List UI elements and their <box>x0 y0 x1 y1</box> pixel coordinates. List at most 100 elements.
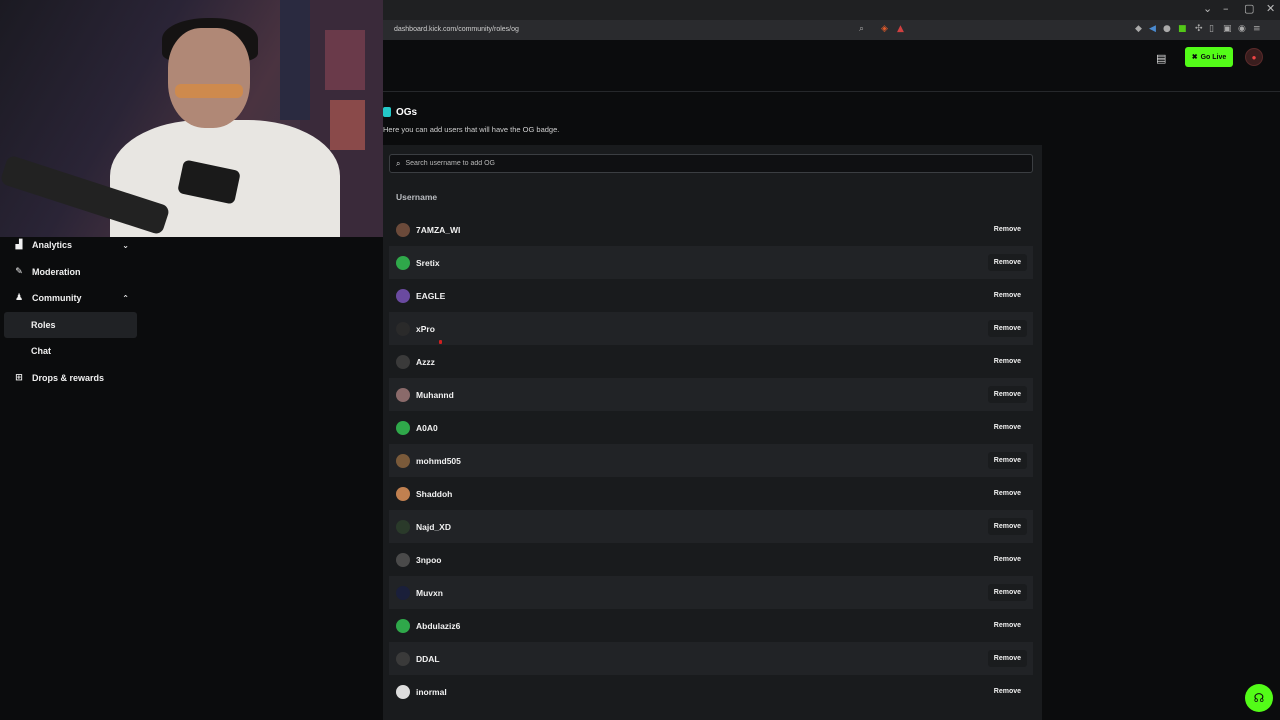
zoom-icon[interactable]: ⌕ <box>859 24 864 34</box>
sidebar-item-chat[interactable]: Chat <box>4 338 137 364</box>
url-text: dashboard.kick.com/community/roles/og <box>394 26 519 33</box>
mouse-cursor <box>439 340 442 344</box>
remove-button[interactable]: Remove <box>988 485 1027 502</box>
table-row: 7AMZA_WI Remove <box>389 213 1033 246</box>
search-icon: ⌕ <box>396 158 401 168</box>
username-label: Muvxn <box>416 587 443 598</box>
sidebar: ▟ Analytics ⌄ ✎ Moderation ♟ Community ⌃… <box>0 237 383 720</box>
table-row: A0A0 Remove <box>389 411 1033 444</box>
avatar <box>396 420 410 435</box>
username-label: 3npoo <box>416 554 442 565</box>
remove-button[interactable]: Remove <box>988 419 1027 436</box>
avatar <box>396 321 410 336</box>
sidebar-item-moderation[interactable]: ✎ Moderation <box>4 259 137 285</box>
sidebar-item-label: Roles <box>31 320 56 330</box>
maximize-icon[interactable]: ▢ <box>1244 2 1254 15</box>
og-users-panel: ⌕ Username 7AMZA_WIRemoveSretixRemoveEAG… <box>383 145 1042 720</box>
go-live-label: Go Live <box>1200 53 1227 61</box>
search-field[interactable]: ⌕ <box>389 154 1033 173</box>
browser-address-bar: dashboard.kick.com/community/roles/og ⌕ … <box>383 20 1280 40</box>
vpn-icon[interactable]: ◉ <box>1238 24 1246 34</box>
avatar <box>396 486 410 501</box>
avatar <box>396 354 410 369</box>
remove-button[interactable]: Remove <box>987 650 1027 667</box>
avatar[interactable]: ● <box>1245 48 1263 66</box>
sidebar-item-label: Analytics <box>32 240 73 250</box>
remove-button[interactable]: Remove <box>988 287 1027 304</box>
avatar <box>396 585 410 600</box>
url-field[interactable]: dashboard.kick.com/community/roles/og <box>387 22 907 38</box>
main-content: OGs Here you can add users that will hav… <box>383 92 1280 720</box>
remove-button[interactable]: Remove <box>988 617 1027 634</box>
table-row: Muvxn Remove <box>389 576 1033 609</box>
remove-button[interactable]: Remove <box>988 221 1027 238</box>
table-row: mohmd505 Remove <box>389 444 1033 477</box>
username-label: mohmd505 <box>416 455 461 466</box>
community-icon: ♟ <box>14 293 24 303</box>
browser-tabstrip: ⌄ – ▢ ✕ <box>383 0 1280 20</box>
username-label: xPro <box>416 323 435 334</box>
username-label: A0A0 <box>416 422 438 433</box>
avatar <box>396 651 410 666</box>
app-root: ⌄ – ▢ ✕ dashboard.kick.com/community/rol… <box>0 0 1280 720</box>
brave-shield-icon[interactable]: ◈ <box>881 24 888 34</box>
sidebar-item-analytics[interactable]: ▟ Analytics ⌄ <box>4 232 137 258</box>
extension-icon[interactable]: ◆ <box>1135 24 1142 34</box>
wallet-icon[interactable]: ▣ <box>1223 24 1232 34</box>
extensions-puzzle-icon[interactable]: ✣ <box>1195 24 1203 34</box>
remove-button[interactable]: Remove <box>988 353 1027 370</box>
avatar <box>396 618 410 633</box>
remove-button[interactable]: Remove <box>987 518 1027 535</box>
extension-icon[interactable]: ● <box>1163 24 1171 34</box>
table-row: Najd_XD Remove <box>389 510 1033 543</box>
go-live-icon: ✖ <box>1191 54 1198 61</box>
table-row: Azzz Remove <box>389 345 1033 378</box>
sidebar-item-community[interactable]: ♟ Community ⌃ <box>4 285 137 311</box>
username-label: Abdulaziz6 <box>416 620 461 631</box>
remove-button[interactable]: Remove <box>987 386 1027 403</box>
user-list: 7AMZA_WI Remove Sretix Remove EAGLE Remove xPr… <box>389 213 1033 708</box>
username-label: Azzz <box>416 356 435 367</box>
rewards-icon[interactable]: ▲ <box>897 24 904 34</box>
sidebar-toggle-icon[interactable]: ▯ <box>1209 24 1214 34</box>
avatar <box>396 255 410 270</box>
username-label: EAGLE <box>416 290 446 301</box>
page-title: OGs <box>396 107 418 118</box>
username-column-header: Username <box>396 192 438 202</box>
close-icon[interactable]: ✕ <box>1266 2 1275 15</box>
username-label: Shaddoh <box>416 488 453 499</box>
og-badge-icon <box>383 107 391 117</box>
table-row: EAGLE Remove <box>389 279 1033 312</box>
username-label: Najd_XD <box>416 521 451 532</box>
table-row: DDAL Remove <box>389 642 1033 675</box>
table-row: 3npoo Remove <box>389 543 1033 576</box>
table-row: Shaddoh Remove <box>389 477 1033 510</box>
tab-list-icon[interactable]: ⌄ <box>1203 2 1212 15</box>
sidebar-item-label: Community <box>32 293 82 303</box>
avatar <box>396 288 410 303</box>
avatar <box>396 387 410 402</box>
extension-icon[interactable]: ■ <box>1178 24 1187 34</box>
minimize-icon[interactable]: – <box>1223 2 1229 15</box>
search-input[interactable] <box>405 160 1006 167</box>
menu-icon[interactable]: ≡ <box>1253 24 1261 34</box>
remove-button[interactable]: Remove <box>987 584 1027 601</box>
remove-button[interactable]: Remove <box>987 452 1027 469</box>
extension-icon[interactable]: ◀ <box>1149 24 1156 34</box>
headset-icon: ☊ <box>1253 691 1265 705</box>
sidebar-item-label: Drops & rewards <box>32 373 105 383</box>
sidebar-item-drops-rewards[interactable]: ⊞ Drops & rewards <box>4 365 137 391</box>
remove-button[interactable]: Remove <box>988 551 1027 568</box>
table-row: Sretix Remove <box>389 246 1033 279</box>
store-icon[interactable]: ▤ <box>1156 52 1166 65</box>
remove-button[interactable]: Remove <box>988 683 1027 700</box>
go-live-button[interactable]: ✖ Go Live <box>1185 47 1233 67</box>
username-label: 7AMZA_WI <box>416 224 461 235</box>
chevron-up-icon: ⌃ <box>122 293 129 303</box>
sidebar-item-roles[interactable]: Roles <box>4 312 137 338</box>
remove-button[interactable]: Remove <box>987 320 1027 337</box>
help-chat-button[interactable]: ☊ <box>1245 684 1273 712</box>
username-label: DDAL <box>416 653 440 664</box>
sidebar-item-label: Chat <box>31 346 51 356</box>
remove-button[interactable]: Remove <box>987 254 1027 271</box>
